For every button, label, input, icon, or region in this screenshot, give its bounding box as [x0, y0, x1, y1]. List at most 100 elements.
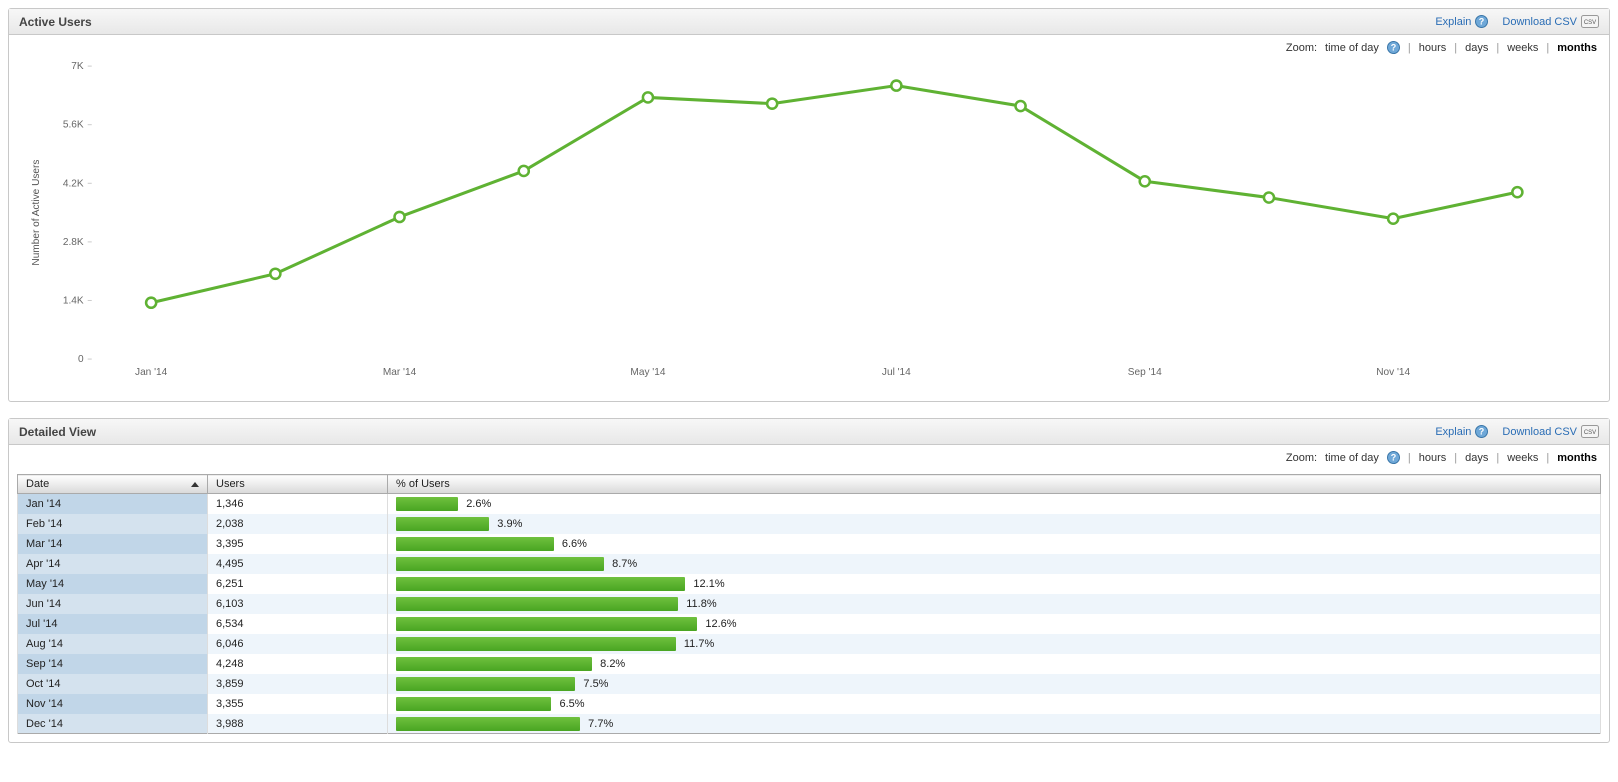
svg-text:0: 0	[78, 354, 84, 365]
cell-users: 4,248	[208, 654, 388, 674]
pct-bar	[396, 577, 685, 591]
svg-text:CSV: CSV	[1584, 430, 1596, 436]
data-point[interactable]	[1016, 101, 1026, 111]
pct-bar	[396, 657, 592, 671]
zoom-days[interactable]: days	[1465, 42, 1488, 54]
pct-label: 6.5%	[559, 698, 584, 710]
cell-date: Aug '14	[18, 634, 208, 654]
svg-text:7K: 7K	[71, 61, 84, 72]
cell-users: 6,251	[208, 574, 388, 594]
cell-date: Jul '14	[18, 614, 208, 634]
explain-label: Explain	[1435, 426, 1471, 438]
active-users-line-chart: Number of Active Users01.4K2.8K4.2K5.6K7…	[21, 56, 1597, 389]
panel-actions: Explain ? Download CSV CSV	[1435, 425, 1599, 438]
data-point[interactable]	[1388, 214, 1398, 224]
svg-text:Mar '14: Mar '14	[383, 367, 417, 378]
data-point[interactable]	[767, 99, 777, 109]
cell-pct: 2.6%	[388, 494, 1601, 514]
svg-text:Sep '14: Sep '14	[1128, 367, 1162, 378]
zoom-days[interactable]: days	[1465, 452, 1488, 464]
explain-link[interactable]: Explain ?	[1435, 425, 1488, 438]
panel-title: Detailed View	[19, 425, 96, 439]
data-point[interactable]	[270, 269, 280, 279]
col-date[interactable]: Date	[18, 475, 208, 494]
pct-label: 12.1%	[693, 578, 724, 590]
pct-label: 11.8%	[686, 598, 716, 610]
cell-users: 4,495	[208, 554, 388, 574]
data-point[interactable]	[891, 81, 901, 91]
pct-bar	[396, 557, 604, 571]
download-csv-link[interactable]: Download CSV CSV	[1502, 425, 1599, 438]
col-pct[interactable]: % of Users	[388, 475, 1601, 494]
cell-date: Oct '14	[18, 674, 208, 694]
zoom-hours[interactable]: hours	[1419, 42, 1447, 54]
pct-bar	[396, 537, 554, 551]
table-row: Jan '141,3462.6%	[18, 494, 1601, 514]
download-label: Download CSV	[1502, 16, 1577, 28]
cell-pct: 8.7%	[388, 554, 1601, 574]
detailed-table: Date Users % of Users Jan '141,3462.6%Fe…	[17, 474, 1601, 734]
svg-text:Nov '14: Nov '14	[1376, 367, 1410, 378]
csv-icon: CSV	[1581, 15, 1599, 28]
help-icon: ?	[1475, 425, 1488, 438]
cell-users: 6,046	[208, 634, 388, 654]
zoom-time-of-day[interactable]: time of day	[1325, 452, 1379, 464]
explain-link[interactable]: Explain ?	[1435, 15, 1488, 28]
table-row: Aug '146,04611.7%	[18, 634, 1601, 654]
zoom-months[interactable]: months	[1557, 452, 1597, 464]
svg-text:5.6K: 5.6K	[63, 120, 84, 131]
data-point[interactable]	[1512, 187, 1522, 197]
cell-pct: 3.9%	[388, 514, 1601, 534]
cell-date: Nov '14	[18, 694, 208, 714]
help-icon[interactable]: ?	[1387, 451, 1400, 464]
svg-text:CSV: CSV	[1584, 20, 1596, 26]
cell-users: 3,988	[208, 714, 388, 734]
zoom-label: Zoom:	[1286, 452, 1317, 464]
data-point[interactable]	[519, 166, 529, 176]
download-csv-link[interactable]: Download CSV CSV	[1502, 15, 1599, 28]
table-row: Mar '143,3956.6%	[18, 534, 1601, 554]
separator: |	[1408, 42, 1411, 54]
table-row: May '146,25112.1%	[18, 574, 1601, 594]
data-point[interactable]	[643, 92, 653, 102]
zoom-months[interactable]: months	[1557, 42, 1597, 54]
cell-pct: 11.8%	[388, 594, 1601, 614]
pct-label: 7.7%	[588, 718, 613, 730]
cell-users: 3,395	[208, 534, 388, 554]
cell-users: 6,534	[208, 614, 388, 634]
pct-label: 7.5%	[583, 678, 608, 690]
zoom-bar: Zoom:time of day?|hours|days|weeks|month…	[9, 35, 1609, 56]
zoom-hours[interactable]: hours	[1419, 452, 1447, 464]
data-point[interactable]	[1264, 193, 1274, 203]
data-point[interactable]	[146, 298, 156, 308]
svg-text:2.8K: 2.8K	[63, 237, 84, 248]
table-row: Apr '144,4958.7%	[18, 554, 1601, 574]
table-row: Sep '144,2488.2%	[18, 654, 1601, 674]
pct-bar	[396, 517, 489, 531]
data-point[interactable]	[1140, 176, 1150, 186]
cell-date: Feb '14	[18, 514, 208, 534]
svg-text:4.2K: 4.2K	[63, 178, 84, 189]
cell-users: 1,346	[208, 494, 388, 514]
svg-text:?: ?	[1479, 427, 1485, 437]
pct-label: 8.7%	[612, 558, 637, 570]
table-header-row: Date Users % of Users	[18, 475, 1601, 494]
active-users-panel: Active Users Explain ? Download CSV CSV …	[8, 8, 1610, 402]
data-point[interactable]	[394, 212, 404, 222]
pct-bar	[396, 717, 580, 731]
zoom-time-of-day[interactable]: time of day	[1325, 42, 1379, 54]
pct-bar	[396, 617, 697, 631]
cell-users: 3,859	[208, 674, 388, 694]
cell-date: Sep '14	[18, 654, 208, 674]
pct-label: 6.6%	[562, 538, 587, 550]
zoom-weeks[interactable]: weeks	[1507, 452, 1538, 464]
cell-users: 2,038	[208, 514, 388, 534]
svg-text:?: ?	[1479, 17, 1485, 27]
col-users[interactable]: Users	[208, 475, 388, 494]
table-row: Nov '143,3556.5%	[18, 694, 1601, 714]
table-area: Date Users % of Users Jan '141,3462.6%Fe…	[9, 466, 1609, 742]
zoom-weeks[interactable]: weeks	[1507, 42, 1538, 54]
help-icon[interactable]: ?	[1387, 41, 1400, 54]
svg-text:May '14: May '14	[630, 367, 665, 378]
svg-text:Number of Active Users: Number of Active Users	[31, 160, 42, 266]
